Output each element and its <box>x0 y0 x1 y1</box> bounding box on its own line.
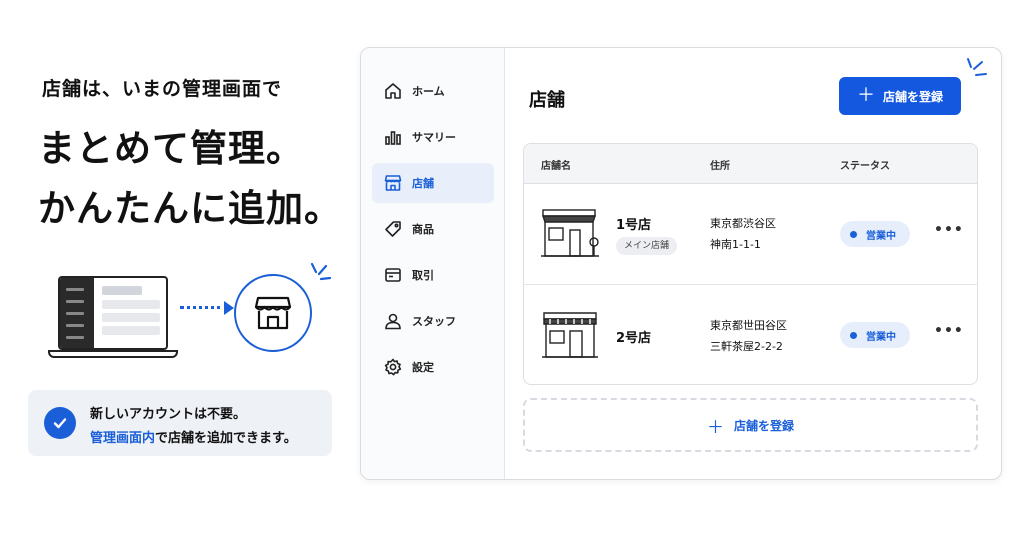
spark-lines-icon <box>967 58 987 76</box>
store-name: 2号店 <box>616 331 652 346</box>
promo-headline-line1: まとめて管理。 <box>38 127 304 170</box>
sidebar-item-label: サマリー <box>412 131 456 144</box>
sidebar-item-label: 設定 <box>412 361 434 374</box>
gear-icon <box>384 358 402 376</box>
person-icon <box>385 313 401 330</box>
notice-text-2: 管理画面内で店舗を追加できます。 <box>90 427 297 446</box>
store-circle-icon <box>234 274 312 352</box>
store-address: 東京都渋谷区 神南1-1-1 <box>710 213 776 255</box>
sidebar-item-label: スタッフ <box>412 315 456 328</box>
laptop-base <box>48 350 178 358</box>
address-line: 神南1-1-1 <box>710 238 761 251</box>
sidebar-item-staff[interactable]: スタッフ <box>372 301 494 341</box>
spark-lines-icon <box>310 262 332 281</box>
sidebar-item-home[interactable]: ホーム <box>372 71 494 111</box>
laptop-row <box>102 286 142 295</box>
address-line: 東京都世田谷区 <box>710 319 787 332</box>
laptop-sidebar <box>60 278 94 348</box>
laptop-row <box>102 313 160 322</box>
address-line: 東京都渋谷区 <box>710 217 776 230</box>
column-header-name: 店舗名 <box>541 161 571 172</box>
table-header: 店舗名 住所 ステータス <box>524 144 977 184</box>
sidebar-item-label: 商品 <box>412 223 434 236</box>
arrow-head-icon <box>224 301 234 315</box>
store-address: 東京都世田谷区 三軒茶屋2-2-2 <box>710 315 787 357</box>
table-row[interactable]: 1号店 メイン店舗 東京都渋谷区 神南1-1-1 営業中 ••• <box>524 184 977 284</box>
column-header-status: ステータス <box>840 161 890 172</box>
plus-icon: ＋ <box>856 85 875 106</box>
sidebar-item-label: ホーム <box>412 85 445 98</box>
status-badge: 営業中 <box>840 221 910 247</box>
register-store-button[interactable]: ＋ 店舗を登録 <box>839 77 961 115</box>
dotted-arrow <box>180 306 228 309</box>
store-building-icon <box>542 312 598 358</box>
bar-chart-icon <box>385 131 401 145</box>
promo-subheadline: 店舗は、いまの管理画面で <box>42 78 283 100</box>
status-dot-icon <box>850 230 857 238</box>
sidebar-item-label: 店舗 <box>412 177 434 190</box>
sidebar-item-stores[interactable]: 店舗 <box>372 163 494 203</box>
status-label: 営業中 <box>866 230 896 242</box>
checkmark-icon <box>44 407 76 439</box>
sidebar-item-settings[interactable]: 設定 <box>372 347 494 387</box>
store-icon <box>384 175 402 191</box>
laptop-illustration <box>48 276 178 360</box>
tag-icon <box>385 221 401 237</box>
app-window: ホーム サマリー 店舗 商品 取引 スタッフ 設定 店舗 ＋ 店舗を登録 店舗名… <box>360 47 1002 480</box>
sidebar-item-summary[interactable]: サマリー <box>372 117 494 157</box>
notice-link[interactable]: 管理画面内 <box>90 431 155 446</box>
more-options-icon[interactable]: ••• <box>934 222 964 238</box>
status-badge: 営業中 <box>840 322 910 348</box>
status-dot-icon <box>850 331 857 339</box>
sidebar-item-label: 取引 <box>412 269 434 282</box>
main-store-badge: メイン店舗 <box>616 237 678 255</box>
home-icon <box>385 83 401 99</box>
store-name: 1号店 <box>616 218 652 233</box>
receipt-icon <box>385 268 401 282</box>
register-store-label: 店舗を登録 <box>882 89 943 104</box>
sidebar: ホーム サマリー 店舗 商品 取引 スタッフ 設定 <box>361 48 505 479</box>
notice-text-1: 新しいアカウントは不要。 <box>90 407 247 422</box>
add-store-label: 店舗を登録 <box>733 418 794 433</box>
add-store-dropzone[interactable]: ＋ 店舗を登録 <box>523 398 978 452</box>
laptop-screen <box>58 276 168 350</box>
address-line: 三軒茶屋2-2-2 <box>710 340 783 353</box>
sidebar-item-transactions[interactable]: 取引 <box>372 255 494 295</box>
notice-text-rest: で店舗を追加できます。 <box>155 431 297 446</box>
column-header-address: 住所 <box>710 161 730 172</box>
status-label: 営業中 <box>866 331 896 343</box>
notice-box: 新しいアカウントは不要。 管理画面内で店舗を追加できます。 <box>28 390 332 456</box>
table-row[interactable]: 2号店 東京都世田谷区 三軒茶屋2-2-2 営業中 ••• <box>524 284 977 384</box>
plus-icon: ＋ <box>706 417 724 438</box>
sidebar-item-products[interactable]: 商品 <box>372 209 494 249</box>
laptop-row <box>102 326 160 335</box>
main-content: 店舗 ＋ 店舗を登録 店舗名 住所 ステータス 1号店 メイン店舗 東京都渋谷区… <box>506 48 1001 479</box>
stores-table: 店舗名 住所 ステータス 1号店 メイン店舗 東京都渋谷区 神南1-1-1 営業… <box>523 143 978 385</box>
promo-headline-line2: かんたんに追加。 <box>38 187 342 230</box>
laptop-row <box>102 300 160 309</box>
page-title: 店舗 <box>529 90 565 111</box>
more-options-icon[interactable]: ••• <box>934 323 964 339</box>
store-building-icon <box>541 209 599 257</box>
